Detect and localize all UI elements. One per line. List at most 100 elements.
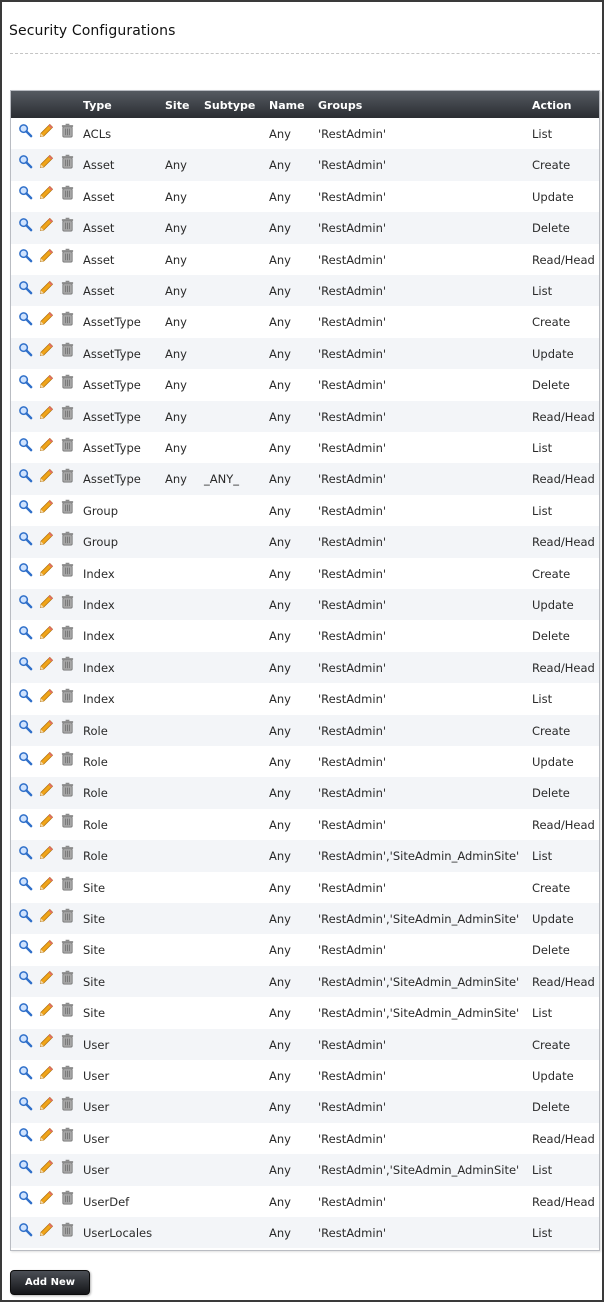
edit-icon[interactable] [39, 625, 56, 642]
inspect-icon[interactable] [18, 499, 35, 516]
delete-icon[interactable] [60, 248, 77, 265]
inspect-icon[interactable] [18, 1096, 35, 1113]
delete-icon[interactable] [60, 625, 77, 642]
inspect-icon[interactable] [18, 1222, 35, 1239]
edit-icon[interactable] [39, 656, 56, 673]
delete-icon[interactable] [60, 1190, 77, 1207]
delete-icon[interactable] [60, 719, 77, 736]
edit-icon[interactable] [39, 1096, 56, 1113]
edit-icon[interactable] [39, 719, 56, 736]
inspect-icon[interactable] [18, 1065, 35, 1082]
inspect-icon[interactable] [18, 688, 35, 705]
inspect-icon[interactable] [18, 562, 35, 579]
edit-icon[interactable] [39, 813, 56, 830]
delete-icon[interactable] [60, 1127, 77, 1144]
edit-icon[interactable] [39, 1127, 56, 1144]
inspect-icon[interactable] [18, 154, 35, 171]
edit-icon[interactable] [39, 1033, 56, 1050]
edit-icon[interactable] [39, 374, 56, 391]
edit-icon[interactable] [39, 280, 56, 297]
inspect-icon[interactable] [18, 782, 35, 799]
delete-icon[interactable] [60, 1002, 77, 1019]
edit-icon[interactable] [39, 688, 56, 705]
inspect-icon[interactable] [18, 970, 35, 987]
delete-icon[interactable] [60, 751, 77, 768]
inspect-icon[interactable] [18, 908, 35, 925]
inspect-icon[interactable] [18, 1002, 35, 1019]
inspect-icon[interactable] [18, 437, 35, 454]
delete-icon[interactable] [60, 908, 77, 925]
delete-icon[interactable] [60, 374, 77, 391]
delete-icon[interactable] [60, 1033, 77, 1050]
inspect-icon[interactable] [18, 625, 35, 642]
delete-icon[interactable] [60, 342, 77, 359]
edit-icon[interactable] [39, 531, 56, 548]
inspect-icon[interactable] [18, 217, 35, 234]
edit-icon[interactable] [39, 1159, 56, 1176]
edit-icon[interactable] [39, 217, 56, 234]
edit-icon[interactable] [39, 185, 56, 202]
delete-icon[interactable] [60, 813, 77, 830]
edit-icon[interactable] [39, 562, 56, 579]
delete-icon[interactable] [60, 1096, 77, 1113]
edit-icon[interactable] [39, 751, 56, 768]
delete-icon[interactable] [60, 876, 77, 893]
inspect-icon[interactable] [18, 374, 35, 391]
delete-icon[interactable] [60, 970, 77, 987]
delete-icon[interactable] [60, 185, 77, 202]
inspect-icon[interactable] [18, 656, 35, 673]
edit-icon[interactable] [39, 342, 56, 359]
edit-icon[interactable] [39, 782, 56, 799]
edit-icon[interactable] [39, 405, 56, 422]
delete-icon[interactable] [60, 939, 77, 956]
edit-icon[interactable] [39, 845, 56, 862]
delete-icon[interactable] [60, 1065, 77, 1082]
inspect-icon[interactable] [18, 939, 35, 956]
edit-icon[interactable] [39, 1222, 56, 1239]
inspect-icon[interactable] [18, 1190, 35, 1207]
edit-icon[interactable] [39, 1190, 56, 1207]
inspect-icon[interactable] [18, 531, 35, 548]
inspect-icon[interactable] [18, 405, 35, 422]
inspect-icon[interactable] [18, 342, 35, 359]
edit-icon[interactable] [39, 437, 56, 454]
inspect-icon[interactable] [18, 311, 35, 328]
edit-icon[interactable] [39, 876, 56, 893]
delete-icon[interactable] [60, 845, 77, 862]
inspect-icon[interactable] [18, 813, 35, 830]
edit-icon[interactable] [39, 468, 56, 485]
edit-icon[interactable] [39, 123, 56, 140]
edit-icon[interactable] [39, 970, 56, 987]
delete-icon[interactable] [60, 468, 77, 485]
delete-icon[interactable] [60, 154, 77, 171]
edit-icon[interactable] [39, 499, 56, 516]
inspect-icon[interactable] [18, 845, 35, 862]
inspect-icon[interactable] [18, 1159, 35, 1176]
inspect-icon[interactable] [18, 185, 35, 202]
delete-icon[interactable] [60, 562, 77, 579]
inspect-icon[interactable] [18, 751, 35, 768]
inspect-icon[interactable] [18, 876, 35, 893]
delete-icon[interactable] [60, 531, 77, 548]
inspect-icon[interactable] [18, 1127, 35, 1144]
inspect-icon[interactable] [18, 280, 35, 297]
edit-icon[interactable] [39, 154, 56, 171]
inspect-icon[interactable] [18, 248, 35, 265]
inspect-icon[interactable] [18, 468, 35, 485]
delete-icon[interactable] [60, 688, 77, 705]
delete-icon[interactable] [60, 405, 77, 422]
delete-icon[interactable] [60, 217, 77, 234]
delete-icon[interactable] [60, 311, 77, 328]
delete-icon[interactable] [60, 1222, 77, 1239]
delete-icon[interactable] [60, 656, 77, 673]
inspect-icon[interactable] [18, 1033, 35, 1050]
delete-icon[interactable] [60, 594, 77, 611]
delete-icon[interactable] [60, 1159, 77, 1176]
inspect-icon[interactable] [18, 123, 35, 140]
edit-icon[interactable] [39, 939, 56, 956]
edit-icon[interactable] [39, 1002, 56, 1019]
delete-icon[interactable] [60, 437, 77, 454]
inspect-icon[interactable] [18, 719, 35, 736]
edit-icon[interactable] [39, 908, 56, 925]
delete-icon[interactable] [60, 280, 77, 297]
